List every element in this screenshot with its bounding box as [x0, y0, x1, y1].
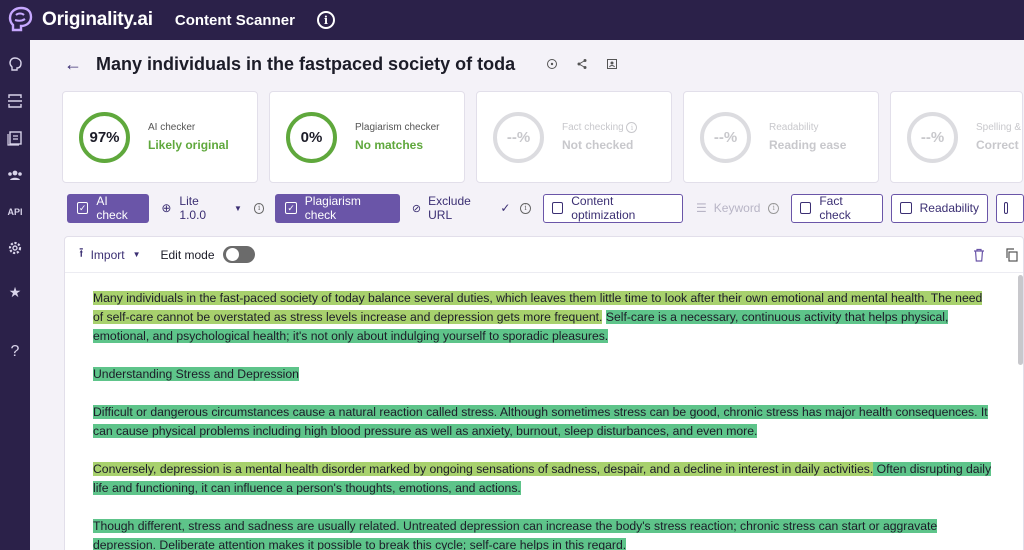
ai-score-ring: 97%: [79, 111, 130, 163]
keyword-field[interactable]: ☰ Keyword: [696, 201, 760, 215]
plagiarism-score-ring: 0%: [286, 111, 337, 163]
info-icon: i: [626, 122, 638, 134]
editor-panel: ⭱ Import ▼ Edit mode Many individuals in…: [64, 236, 1024, 550]
fact-check-label: Fact check: [819, 194, 851, 222]
sidebar: API ★ ?: [0, 40, 30, 550]
import-label: Import: [90, 247, 125, 262]
fact-check-button[interactable]: Fact check: [790, 193, 883, 223]
content-optimization-button[interactable]: Content optimization: [542, 193, 684, 223]
share-icon[interactable]: [575, 57, 589, 71]
page-title: Many individuals in the fastpaced societ…: [96, 53, 516, 74]
ai-likely-highlight: Conversely, depression is a mental healt…: [93, 462, 874, 476]
upload-icon: ⭱: [79, 244, 84, 260]
spelling-score-ring: --%: [907, 111, 958, 163]
original-highlight: Understanding Stress and Depression: [93, 367, 299, 381]
card-value: Reading ease: [769, 138, 847, 152]
checkbox-checked-icon: ✓: [77, 202, 89, 214]
document-header: ← Many individuals in the fastpaced soci…: [64, 52, 619, 76]
editor-toolbar: ⭱ Import ▼ Edit mode: [65, 237, 1023, 273]
content-optimization-label: Content optimization: [571, 194, 636, 222]
card-label: Spelling &: [976, 122, 1022, 133]
score-cards: 97% AI checker Likely original 0% Plagiar…: [62, 91, 1023, 183]
edit-mode-label: Edit mode: [160, 247, 215, 262]
top-bar: Originality.ai Content Scanner i: [0, 0, 1024, 40]
trash-icon[interactable]: [973, 248, 985, 262]
chevron-down-icon: ▼: [132, 250, 141, 259]
sidebar-scan-icon[interactable]: [5, 91, 25, 111]
add-circle-icon[interactable]: [545, 57, 559, 71]
sidebar-documents-icon[interactable]: [5, 128, 25, 148]
card-label: Fact checking i: [562, 122, 638, 134]
sidebar-api-icon[interactable]: API: [5, 202, 25, 222]
sidebar-ai-scan-icon[interactable]: [5, 54, 25, 74]
brain-logo-icon: [8, 6, 33, 32]
exclude-url-toggle[interactable]: ⊘ Exclude URL ✓: [412, 194, 510, 222]
original-highlight: Though different, stress and sadness are…: [93, 519, 938, 550]
checkbox-icon: [551, 202, 564, 214]
plagiarism-check-button[interactable]: ✓ Plagiarism check: [275, 193, 400, 223]
back-arrow-icon[interactable]: ←: [64, 54, 82, 75]
checkbox-checked-icon: ✓: [285, 202, 297, 214]
check-icon: ✓: [500, 201, 511, 215]
exclude-url-label: Exclude URL: [428, 194, 471, 222]
text-paragraph: Understanding Stress and Depression: [93, 365, 993, 384]
card-value: No matches: [355, 138, 424, 152]
document-text[interactable]: Many individuals in the fast-paced socie…: [93, 289, 993, 550]
card-value: Likely original: [148, 138, 229, 152]
card-label: Plagiarism checker: [355, 122, 440, 133]
copy-icon[interactable]: [1005, 248, 1018, 262]
sidebar-star-icon[interactable]: ★: [5, 282, 25, 302]
ai-check-button[interactable]: ✓ AI check: [67, 193, 150, 223]
checkbox-icon: [799, 202, 812, 214]
card-label: Readability: [769, 122, 819, 133]
spelling-check-button[interactable]: [996, 193, 1024, 223]
info-icon[interactable]: i: [768, 202, 779, 214]
info-icon[interactable]: i: [520, 202, 531, 214]
sidebar-help-icon[interactable]: ?: [5, 342, 25, 362]
info-icon[interactable]: i: [253, 202, 265, 214]
scan-toolbar: ✓ AI check ⊕ Lite 1.0.0 ▼ i ✓ Plagiarism c…: [67, 193, 1024, 223]
brand-name: Originality.ai: [42, 9, 153, 30]
globe-icon: ⊕: [161, 201, 172, 215]
report-icon[interactable]: [605, 57, 619, 71]
card-label: AI checker: [148, 122, 196, 133]
chevron-down-icon: ▼: [233, 203, 242, 213]
fact-score-ring: --%: [493, 111, 544, 163]
card-value: Not checked: [562, 138, 634, 153]
card-ai-checker[interactable]: 97% AI checker Likely original: [62, 91, 258, 183]
plagiarism-check-label: Plagiarism check: [304, 194, 361, 222]
sliders-icon: ☰: [696, 201, 707, 215]
ai-check-label: AI check: [96, 194, 128, 222]
import-dropdown[interactable]: ⭱ Import ▼: [79, 244, 141, 266]
keyword-label: Keyword: [713, 201, 761, 215]
main-area: ← Many individuals in the fastpaced soci…: [30, 40, 1024, 550]
model-label: Lite 1.0.0: [179, 194, 207, 222]
scrollbar[interactable]: [1018, 275, 1023, 365]
text-paragraph: Though different, stress and sadness are…: [93, 517, 993, 550]
link-off-icon: ⊘: [411, 202, 422, 215]
model-select[interactable]: ⊕ Lite 1.0.0 ▼: [161, 194, 242, 222]
brand-logo[interactable]: Originality.ai: [4, 3, 153, 37]
sidebar-team-icon[interactable]: [5, 165, 25, 185]
info-icon[interactable]: i: [316, 11, 335, 29]
checkbox-icon: [899, 202, 912, 214]
card-value: Correct: [976, 138, 1019, 152]
text-paragraph: Difficult or dangerous circumstances cau…: [93, 403, 993, 441]
card-fact-checking[interactable]: --% Fact checking i Not checked: [476, 91, 672, 183]
text-paragraph: Many individuals in the fast-paced socie…: [93, 289, 993, 346]
card-spelling[interactable]: --% Spelling & Correct: [890, 91, 1023, 183]
app-title: Content Scanner: [174, 11, 295, 29]
card-readability[interactable]: --% Readability Reading ease: [683, 91, 879, 183]
edit-mode-control: Edit mode: [161, 246, 255, 263]
text-paragraph: Conversely, depression is a mental healt…: [93, 460, 993, 498]
card-plagiarism-checker[interactable]: 0% Plagiarism checker No matches: [269, 91, 465, 183]
header-actions: [545, 57, 619, 71]
original-highlight: Difficult or dangerous circumstances cau…: [93, 405, 988, 438]
edit-mode-toggle[interactable]: [222, 246, 255, 263]
checkbox-icon: [1004, 202, 1009, 214]
readability-score-ring: --%: [700, 111, 751, 163]
readability-button[interactable]: Readability: [890, 193, 989, 223]
readability-label: Readability: [919, 201, 980, 215]
sidebar-settings-gear-icon[interactable]: [5, 238, 25, 258]
